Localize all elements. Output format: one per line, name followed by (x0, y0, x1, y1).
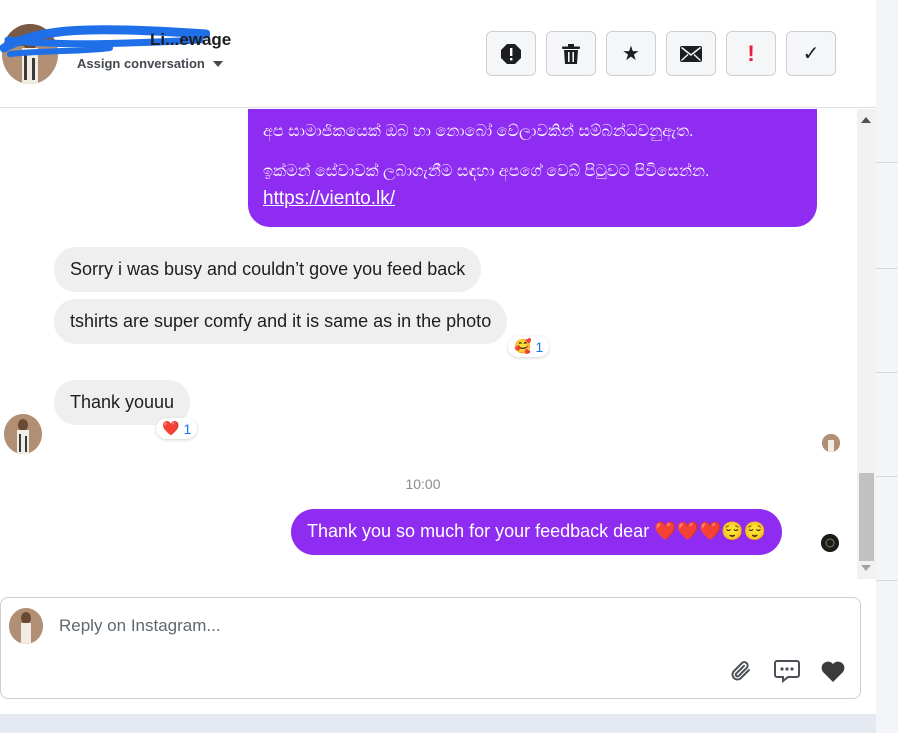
scroll-down-arrow-icon[interactable] (861, 565, 871, 571)
done-button[interactable]: ✓ (786, 31, 836, 76)
sender-avatar (9, 608, 43, 644)
conversation-panel: Li...ewage Assign conversation ★ ! ✓ අප … (0, 0, 876, 714)
exclamation-icon: ! (747, 40, 755, 66)
heart-icon (821, 661, 845, 682)
scrollbar-thumb[interactable] (859, 473, 874, 561)
attach-button[interactable] (728, 658, 754, 684)
heart-emoji: ❤️ (162, 420, 180, 436)
follow-up-button[interactable]: ! (726, 31, 776, 76)
website-link[interactable]: https://viento.lk/ (263, 186, 801, 213)
check-icon: ✓ (802, 43, 820, 65)
message-line: අප සාමාජිකයෙක් ඔබ හා නොබෝ වේලාවකින් සම්බ… (263, 123, 694, 140)
saved-replies-button[interactable] (774, 658, 800, 684)
outgoing-message: Thank you so much for your feedback dear… (291, 509, 783, 555)
smiling-hearts-emoji: 🥰 (514, 338, 532, 354)
incoming-message: tshirts are super comfy and it is same a… (54, 299, 508, 344)
reply-actions (728, 658, 846, 684)
incoming-message: Sorry i was busy and couldn’t gove you f… (54, 247, 482, 292)
message-timestamp: 10:00 (405, 476, 441, 492)
reply-composer (0, 597, 861, 699)
chat-bubble-dots-icon (774, 660, 800, 683)
scroll-up-arrow-icon[interactable] (861, 117, 871, 123)
message-line: ඉක්මන් සේවාවක් ලබාගැනීම සඳහා අපගේ වෙබ් ප… (263, 163, 710, 181)
message-reaction[interactable]: 🥰 1 (508, 336, 550, 357)
star-button[interactable]: ★ (606, 31, 656, 76)
assign-conversation-dropdown[interactable]: Assign conversation (77, 56, 223, 71)
delete-button[interactable] (546, 31, 596, 76)
contact-avatar-small[interactable] (4, 414, 42, 454)
reply-input[interactable] (59, 616, 759, 636)
seen-avatar-page (821, 534, 839, 552)
caret-down-icon (212, 60, 223, 67)
paperclip-icon (731, 661, 750, 681)
reaction-count: 1 (535, 338, 544, 355)
like-heart-button[interactable] (820, 658, 846, 684)
seen-avatar-contact (822, 434, 840, 452)
outgoing-auto-message: අප සාමාජිකයෙක් ඔබ හා නොබෝ වේලාවකින් සම්බ… (248, 109, 817, 227)
message-scrollbar[interactable] (857, 109, 876, 579)
mark-unread-button[interactable] (666, 31, 716, 76)
assign-conversation-label: Assign conversation (77, 56, 205, 71)
window-edge (876, 0, 898, 733)
star-icon: ★ (622, 43, 640, 65)
conversation-header: Li...ewage Assign conversation ★ ! ✓ (0, 0, 876, 108)
contact-name[interactable]: Li...ewage (150, 30, 231, 50)
conversation-toolbar: ★ ! ✓ (486, 31, 836, 76)
message-list: අප සාමාජිකයෙක් ඔබ හා නොබෝ වේලාවකින් සම්බ… (0, 109, 856, 579)
report-button[interactable] (486, 31, 536, 76)
alert-octagon-icon (501, 43, 521, 64)
envelope-icon (680, 45, 702, 62)
reaction-count: 1 (183, 420, 192, 437)
trash-icon (562, 43, 580, 64)
message-reaction[interactable]: ❤️ 1 (156, 418, 198, 439)
